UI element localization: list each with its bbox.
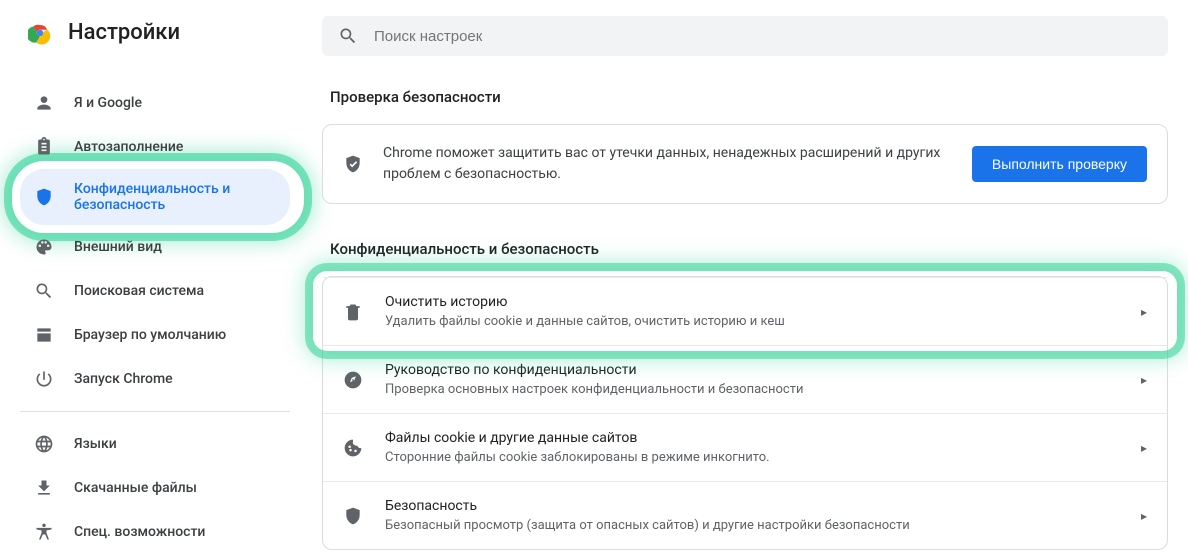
row-privacy-guide[interactable]: Руководство по конфиденциальности Провер…: [323, 345, 1167, 413]
privacy-card: Очистить историю Удалить файлы cookie и …: [322, 276, 1168, 550]
divider: [20, 411, 290, 412]
sidebar-item-accessibility[interactable]: Спец. возможности: [20, 510, 290, 554]
search-input[interactable]: [374, 28, 1152, 45]
row-title: Файлы cookie и другие данные сайтов: [385, 430, 1119, 446]
sidebar-item-label: Я и Google: [74, 95, 142, 111]
privacy-section-heading: Конфиденциальность и безопасность: [330, 240, 1168, 258]
header: Настройки: [20, 16, 290, 57]
sidebar-item-default-browser[interactable]: Браузер по умолчанию: [20, 313, 290, 357]
sidebar-item-you-and-google[interactable]: Я и Google: [20, 81, 290, 125]
accessibility-icon: [34, 522, 54, 542]
sidebar-item-label: Внешний вид: [74, 239, 162, 255]
sidebar-item-label: Конфиденциальность и безопасность: [74, 181, 276, 213]
row-cookies[interactable]: Файлы cookie и другие данные сайтов Стор…: [323, 413, 1167, 481]
compass-icon: [343, 370, 363, 390]
sidebar-item-downloads[interactable]: Скачанные файлы: [20, 466, 290, 510]
sidebar-item-autofill[interactable]: Автозаполнение: [20, 125, 290, 169]
shield-icon: [343, 506, 363, 526]
trash-icon: [343, 302, 363, 322]
search-icon: [34, 281, 54, 301]
row-title: Руководство по конфиденциальности: [385, 362, 1119, 378]
sidebar-item-languages[interactable]: Языки: [20, 422, 290, 466]
row-subtitle: Проверка основных настроек конфиденциаль…: [385, 382, 1119, 397]
page-title: Настройки: [68, 20, 180, 45]
window-icon: [34, 325, 54, 345]
shield-check-icon: [343, 154, 363, 174]
sidebar-item-search-engine[interactable]: Поисковая система: [20, 269, 290, 313]
cookie-icon: [343, 438, 363, 458]
sidebar-item-appearance[interactable]: Внешний вид: [20, 225, 290, 269]
chevron-right-icon: ▸: [1141, 441, 1147, 455]
safety-check-text: Chrome поможет защитить вас от утечки да…: [383, 143, 952, 185]
sidebar-item-label: Спец. возможности: [74, 524, 205, 540]
palette-icon: [34, 237, 54, 257]
sidebar-item-label: Языки: [74, 436, 117, 452]
chevron-right-icon: ▸: [1141, 509, 1147, 523]
clipboard-icon: [34, 137, 54, 157]
run-safety-check-button[interactable]: Выполнить проверку: [972, 146, 1147, 182]
sidebar-item-label: Автозаполнение: [74, 139, 183, 155]
row-subtitle: Удалить файлы cookie и данные сайтов, оч…: [385, 314, 1119, 329]
row-subtitle: Сторонние файлы cookie заблокированы в р…: [385, 450, 1119, 465]
row-title: Очистить историю: [385, 294, 1119, 310]
row-security[interactable]: Безопасность Безопасный просмотр (защита…: [323, 481, 1167, 549]
row-clear-browsing-data[interactable]: Очистить историю Удалить файлы cookie и …: [323, 277, 1167, 345]
chevron-right-icon: ▸: [1141, 373, 1147, 387]
shield-icon: [34, 187, 54, 207]
sidebar-item-label: Запуск Chrome: [74, 371, 173, 387]
search-bar[interactable]: [322, 16, 1168, 56]
sidebar-item-on-startup[interactable]: Запуск Chrome: [20, 357, 290, 401]
search-icon: [338, 26, 358, 46]
power-icon: [34, 369, 54, 389]
sidebar-item-label: Скачанные файлы: [74, 480, 197, 496]
safety-check-card: Chrome поможет защитить вас от утечки да…: [322, 124, 1168, 204]
nav: Я и Google Автозаполнение Конфиденциальн…: [20, 81, 290, 554]
download-icon: [34, 478, 54, 498]
sidebar-item-label: Поисковая система: [74, 283, 204, 299]
chevron-right-icon: ▸: [1141, 305, 1147, 319]
sidebar-item-label: Браузер по умолчанию: [74, 327, 226, 343]
sidebar: Настройки Я и Google Автозаполнение Конф…: [20, 16, 290, 554]
row-title: Безопасность: [385, 498, 1119, 514]
main-content: Проверка безопасности Chrome поможет защ…: [322, 16, 1168, 554]
safety-check-heading: Проверка безопасности: [330, 88, 1168, 106]
globe-icon: [34, 434, 54, 454]
row-subtitle: Безопасный просмотр (защита от опасных с…: [385, 518, 1119, 533]
sidebar-item-privacy-security[interactable]: Конфиденциальность и безопасность: [20, 169, 290, 225]
person-icon: [34, 93, 54, 113]
chrome-logo-icon: [28, 21, 52, 45]
